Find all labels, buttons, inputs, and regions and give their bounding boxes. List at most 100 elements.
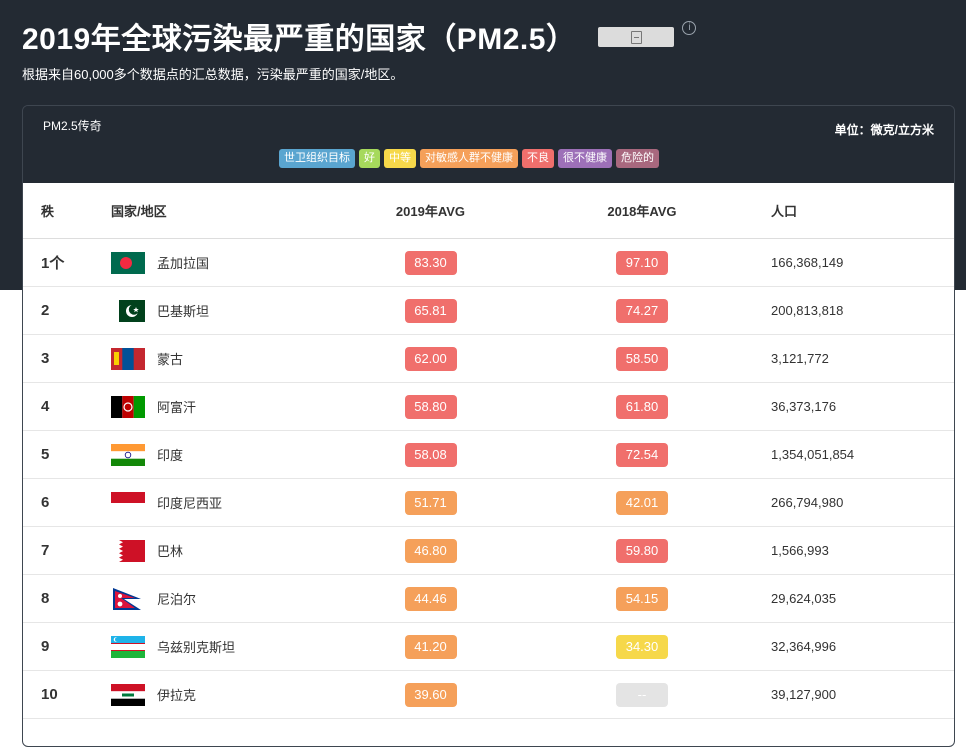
country-name[interactable]: 伊拉克 bbox=[157, 685, 196, 704]
population-cell: 32,364,996 bbox=[747, 622, 954, 671]
page-title: 2019年全球污染最严重的国家（PM2.5） bbox=[22, 23, 577, 56]
rank-cell: 5 bbox=[23, 430, 111, 479]
aqi-badge: 74.27 bbox=[616, 298, 668, 323]
header-rank[interactable]: 秩 bbox=[23, 183, 111, 239]
avg-2018-cell: 34.30 bbox=[537, 622, 747, 671]
country-name[interactable]: 阿富汗 bbox=[157, 397, 196, 416]
aqi-badge: 58.80 bbox=[404, 394, 457, 419]
rank-cell: 9 bbox=[23, 622, 111, 671]
table-row[interactable]: 6 印度尼西亚 51.71 42.01 266,794,980 bbox=[23, 478, 954, 527]
avg-2018-cell: 61.80 bbox=[537, 382, 747, 431]
population-cell: 29,624,035 bbox=[747, 574, 954, 623]
avg-2019-cell: 44.46 bbox=[324, 574, 537, 623]
aqi-badge: 59.80 bbox=[616, 538, 668, 563]
country-name[interactable]: 乌兹别克斯坦 bbox=[157, 637, 235, 656]
rank-cell: 1个 bbox=[23, 238, 111, 287]
country-cell: 蒙古 bbox=[111, 334, 324, 383]
country-name[interactable]: 印度尼西亚 bbox=[157, 493, 222, 512]
aqi-badge: -- bbox=[616, 682, 668, 707]
table-row[interactable]: 1个 孟加拉国 83.30 97.10 166,368,149 bbox=[23, 238, 954, 287]
table-row[interactable]: 10 伊拉克 39.60 -- 39,127,900 bbox=[23, 670, 954, 719]
table-row[interactable]: 9 乌兹别克斯坦 41.20 34.30 32,364,996 bbox=[23, 622, 954, 671]
aqi-badge: 58.50 bbox=[616, 346, 668, 371]
table-row[interactable]: 3 蒙古 62.00 58.50 3,121,772 bbox=[23, 334, 954, 383]
rank-cell: 10 bbox=[23, 670, 111, 719]
header-avg-2018[interactable]: 2018年AVG bbox=[537, 183, 747, 239]
rank-cell: 3 bbox=[23, 334, 111, 383]
population-cell: 1,354,051,854 bbox=[747, 430, 954, 479]
mongolia-flag-icon bbox=[111, 347, 145, 370]
avg-2019-cell: 58.80 bbox=[324, 382, 537, 431]
country-name[interactable]: 尼泊尔 bbox=[157, 589, 196, 608]
population-cell: 266,794,980 bbox=[747, 478, 954, 527]
aqi-badge: 42.01 bbox=[616, 490, 668, 515]
aqi-badge: 97.10 bbox=[616, 250, 668, 275]
aqi-badge: 65.81 bbox=[404, 298, 457, 323]
country-name[interactable]: 孟加拉国 bbox=[157, 253, 209, 272]
country-name[interactable]: 蒙古 bbox=[157, 349, 183, 368]
bahrain-flag-icon bbox=[111, 539, 145, 562]
aqi-badge: 54.15 bbox=[616, 586, 668, 611]
rank-cell: 2 bbox=[23, 286, 111, 335]
legend-item: 世卫组织目标 bbox=[279, 149, 355, 168]
avg-2019-cell: 41.20 bbox=[324, 622, 537, 671]
country-cell: 尼泊尔 bbox=[111, 574, 324, 623]
afghanistan-flag-icon bbox=[111, 395, 145, 418]
population-cell: 3,121,772 bbox=[747, 334, 954, 383]
country-name[interactable]: 巴基斯坦 bbox=[157, 301, 209, 320]
nepal-flag-icon bbox=[111, 587, 145, 610]
country-cell: 孟加拉国 bbox=[111, 238, 324, 287]
rank-cell: 8 bbox=[23, 574, 111, 623]
page-header: 2019年全球污染最严重的国家（PM2.5） i 根据来自60,000多个数据点… bbox=[22, 14, 946, 83]
country-cell: 伊拉克 bbox=[111, 670, 324, 719]
aqi-badge: 51.71 bbox=[404, 490, 457, 515]
unit-label: 单位：微克/立方米 bbox=[834, 123, 934, 137]
table-row[interactable]: 2 巴基斯坦 65.81 74.27 200,813,818 bbox=[23, 286, 954, 335]
avg-2019-cell: 51.71 bbox=[324, 478, 537, 527]
aqi-badge: 58.08 bbox=[404, 442, 457, 467]
table-row[interactable]: 8 尼泊尔 44.46 54.15 29,624,035 bbox=[23, 574, 954, 623]
avg-2019-cell: 83.30 bbox=[324, 238, 537, 287]
bangladesh-flag-icon bbox=[111, 251, 145, 274]
title-row: 2019年全球污染最严重的国家（PM2.5） i bbox=[22, 14, 946, 58]
aqi-badge: 44.46 bbox=[404, 586, 457, 611]
header-avg-2019[interactable]: 2019年AVG bbox=[324, 183, 537, 239]
country-name[interactable]: 印度 bbox=[157, 445, 183, 464]
population-cell: 39,127,900 bbox=[747, 670, 954, 719]
avg-2018-cell: 97.10 bbox=[537, 238, 747, 287]
rank-cell: 6 bbox=[23, 478, 111, 527]
legend-item: 中等 bbox=[384, 149, 416, 168]
aqi-badge: 72.54 bbox=[616, 442, 668, 467]
table-header-row: 秩 国家/地区 2019年AVG 2018年AVG 人口 bbox=[23, 183, 954, 239]
country-cell: 巴基斯坦 bbox=[111, 286, 324, 335]
avg-2018-cell: 59.80 bbox=[537, 526, 747, 575]
country-cell: 乌兹别克斯坦 bbox=[111, 622, 324, 671]
avg-2018-cell: 58.50 bbox=[537, 334, 747, 383]
indonesia-flag-icon bbox=[111, 491, 145, 514]
country-cell: 印度 bbox=[111, 430, 324, 479]
aqi-badge: 46.80 bbox=[404, 538, 457, 563]
info-icon[interactable]: i bbox=[682, 21, 697, 35]
country-cell: 阿富汗 bbox=[111, 382, 324, 431]
header-country[interactable]: 国家/地区 bbox=[111, 183, 324, 239]
avg-2019-cell: 39.60 bbox=[324, 670, 537, 719]
table-row[interactable]: 4 阿富汗 58.80 61.80 36,373,176 bbox=[23, 382, 954, 431]
download-button[interactable] bbox=[598, 27, 675, 47]
population-cell: 36,373,176 bbox=[747, 382, 954, 431]
header-population[interactable]: 人口 bbox=[747, 183, 954, 239]
country-name[interactable]: 巴林 bbox=[157, 541, 183, 560]
document-icon bbox=[630, 30, 642, 44]
population-cell: 166,368,149 bbox=[747, 238, 954, 287]
table-body: 1个 孟加拉国 83.30 97.10 166,368,149 2 巴基斯坦 65.81 74.… bbox=[23, 238, 954, 719]
avg-2018-cell: 42.01 bbox=[537, 478, 747, 527]
avg-2018-cell: 54.15 bbox=[537, 574, 747, 623]
country-cell: 印度尼西亚 bbox=[111, 478, 324, 527]
avg-2019-cell: 65.81 bbox=[324, 286, 537, 335]
card-header: PM2.5传奇 单位：微克/立方米 世卫组织目标好中等 对敏感人群不健康 不良 很不健… bbox=[23, 106, 954, 183]
avg-2019-cell: 58.08 bbox=[324, 430, 537, 479]
table-row[interactable]: 5 印度 58.08 72.54 1,354,051,854 bbox=[23, 430, 954, 479]
legend-item: 好 bbox=[359, 149, 380, 168]
aqi-badge: 39.60 bbox=[404, 682, 457, 707]
table-row[interactable]: 7 巴林 46.80 59.80 1,566,993 bbox=[23, 526, 954, 575]
rank-cell: 4 bbox=[23, 382, 111, 431]
